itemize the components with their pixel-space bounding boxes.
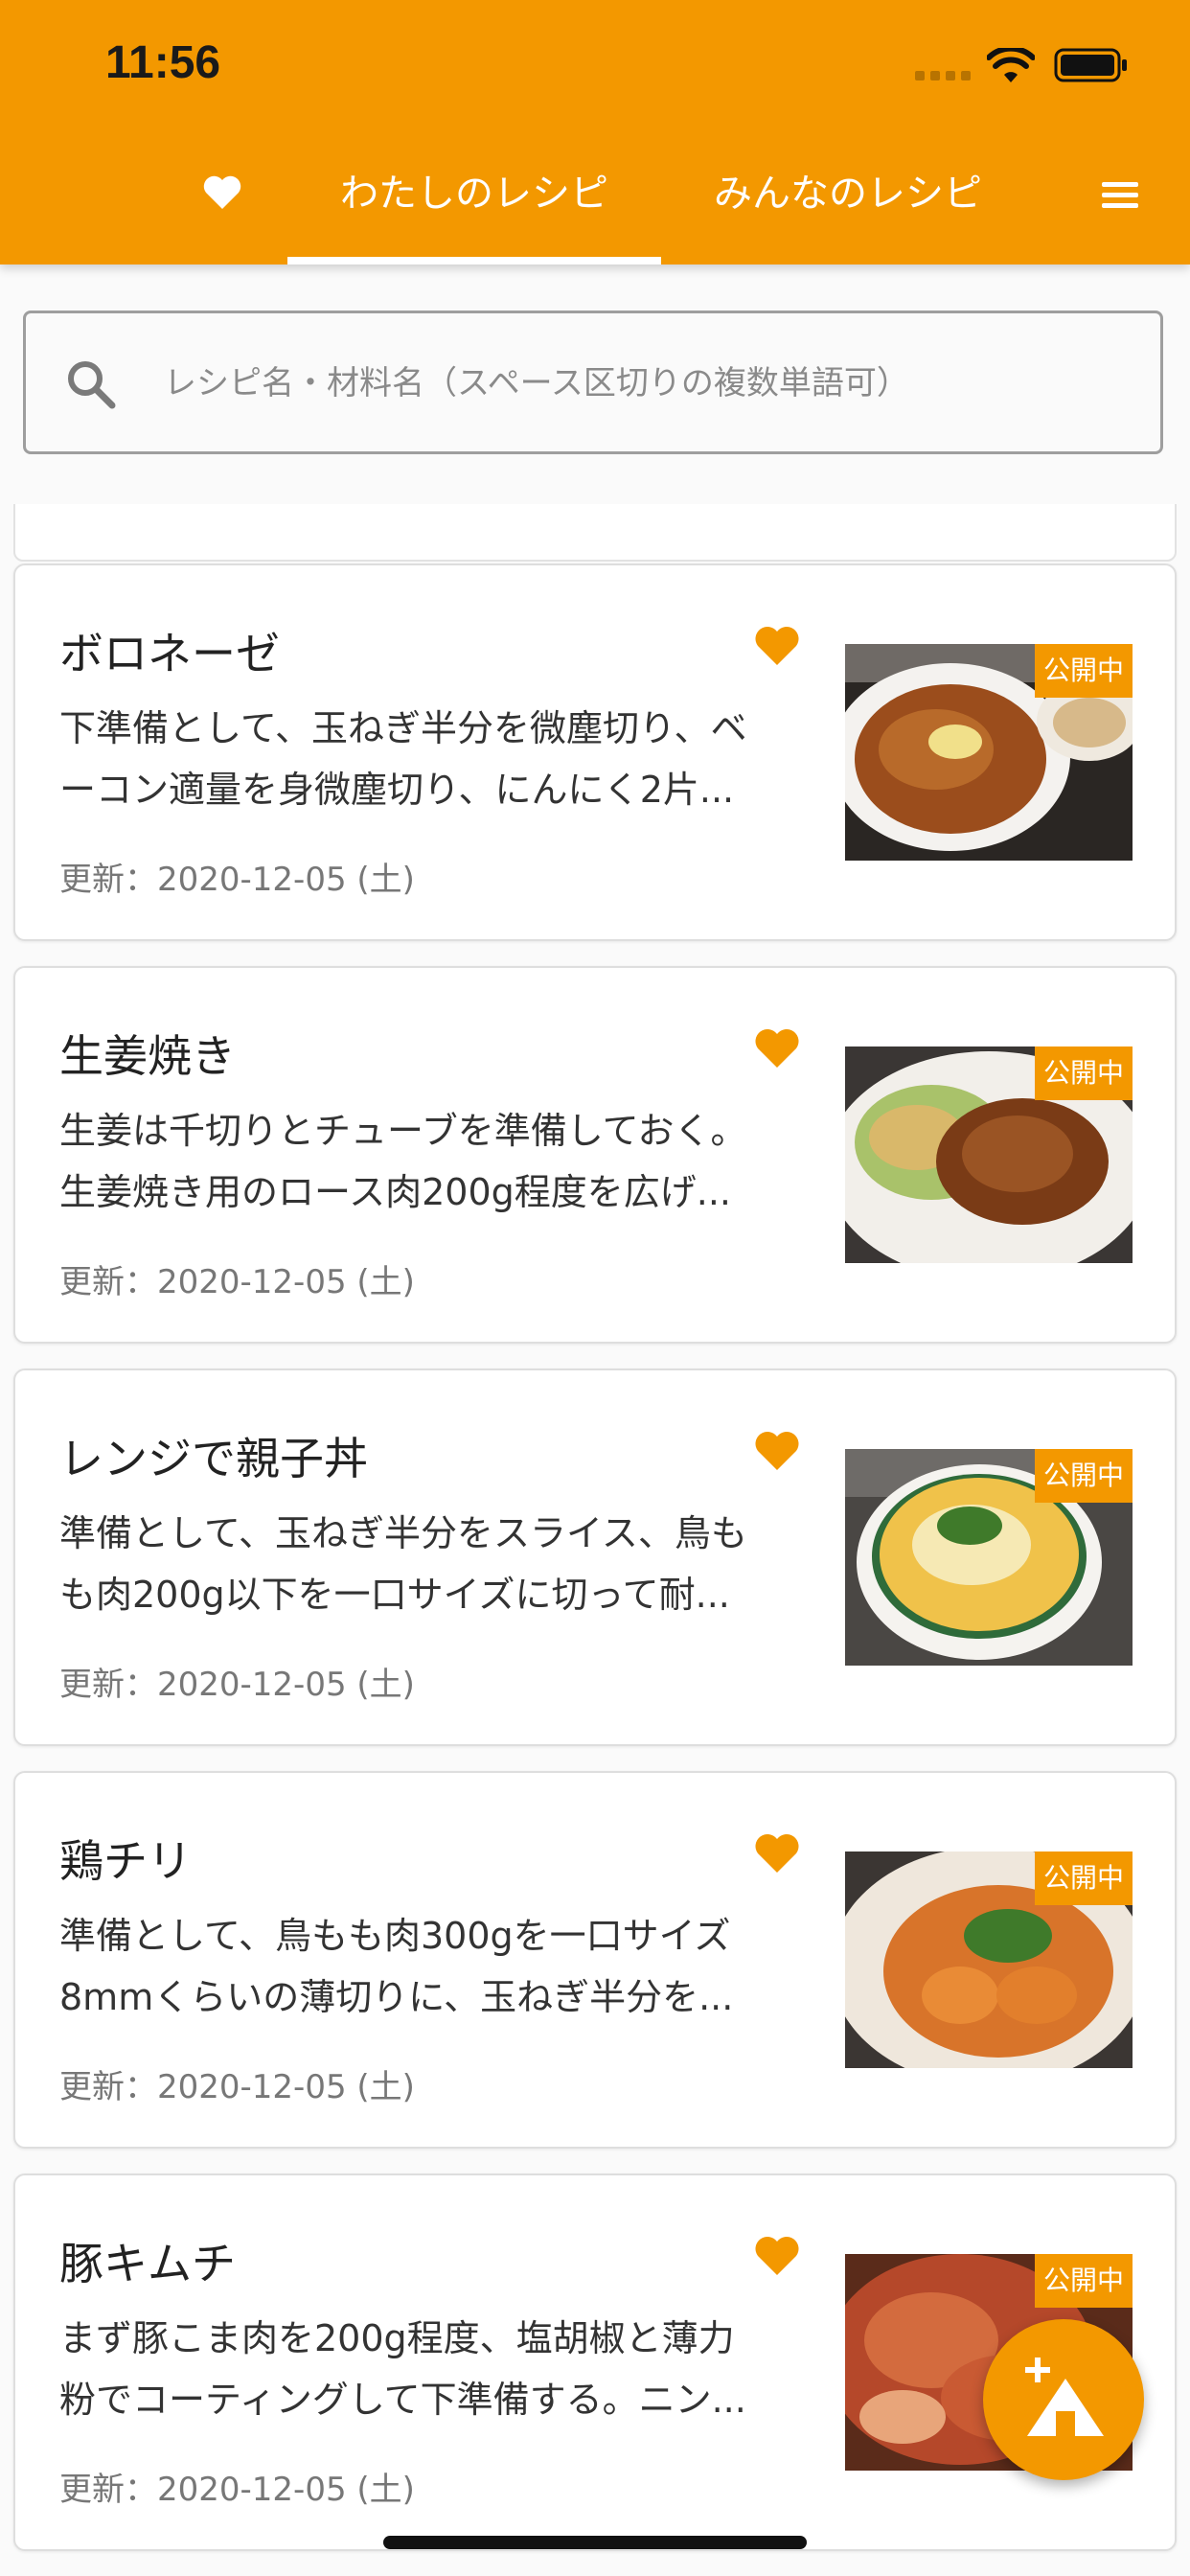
tab-my-recipes[interactable]: わたしのレシピ [287,161,661,226]
cellular-signal-icon [915,71,971,80]
recipe-thumbnail: 公開中 [845,644,1133,861]
recipe-title: 豚キムチ [59,2238,236,2289]
recipe-description-line: 下準備として、玉ねぎ半分を微塵切り、ベ [59,707,747,749]
recipe-card[interactable]: レンジで親子丼 準備として、玉ねぎ半分をスライス、鳥も も肉200g以下を一口サ… [13,1368,1177,1746]
search-icon [68,361,116,409]
recipe-description: まず豚こま肉を200g程度、塩胡椒と薄力 粉でコーティングして下準備する。ニン.… [59,2308,831,2430]
add-recipe-icon [1025,2358,1104,2436]
favorite-heart-icon[interactable] [753,2233,801,2277]
tab-everyone-recipes[interactable]: みんなのレシピ [661,161,1035,226]
status-time: 11:56 [105,37,221,88]
favorite-heart-icon[interactable] [753,623,801,667]
recipe-description-line: 8mmくらいの薄切りに、玉ねぎ半分を... [59,1976,734,2018]
add-recipe-button[interactable] [983,2319,1144,2480]
recipe-description: 準備として、鳥もも肉300gを一口サイズ 8mmくらいの薄切りに、玉ねぎ半分を.… [59,1905,831,2028]
recipe-description-line: も肉200g以下を一口サイズに切って耐... [59,1574,730,1616]
updated-date: 更新：2020-12-05 (土) [59,2068,415,2106]
recipe-thumbnail: 公開中 [845,1852,1133,2068]
recipe-title: ボロネーゼ [59,628,280,679]
recipe-title: レンジで親子丼 [59,1433,368,1484]
favorite-heart-icon[interactable] [753,1025,801,1070]
recipe-description-line: 準備として、玉ねぎ半分をスライス、鳥も [59,1512,747,1554]
public-status-badge: 公開中 [1035,1449,1133,1503]
list-item-partial[interactable] [13,504,1177,562]
menu-icon[interactable] [1102,182,1138,209]
recipe-card[interactable]: ボロネーゼ 下準備として、玉ねぎ半分を微塵切り、ベ ーコン適量を身微塵切り、にん… [13,564,1177,941]
active-tab-indicator [287,257,661,264]
recipe-title: 生姜焼き [59,1030,236,1082]
recipe-description-line: まず豚こま肉を200g程度、塩胡椒と薄力 [59,2317,735,2359]
app-bar: 11:56 わたしのレシピ みんなのレシピ [0,0,1190,264]
recipe-thumbnail: 公開中 [845,1046,1133,1263]
wifi-icon [987,48,1035,82]
battery-icon [1054,48,1127,82]
public-status-badge: 公開中 [1035,644,1133,698]
home-indicator[interactable] [383,2536,807,2549]
recipe-description: 準備として、玉ねぎ半分をスライス、鳥も も肉200g以下を一口サイズに切って耐.… [59,1503,831,1625]
recipe-description-line: ーコン適量を身微塵切り、にんにく2片... [59,769,735,811]
recipe-description-line: 生姜焼き用のロース肉200g程度を広げ... [59,1171,731,1213]
updated-date: 更新：2020-12-05 (土) [59,1666,415,1704]
favorite-heart-icon[interactable] [753,1428,801,1472]
updated-date: 更新：2020-12-05 (土) [59,2471,415,2509]
updated-date: 更新：2020-12-05 (土) [59,861,415,899]
public-status-badge: 公開中 [1035,1852,1133,1905]
favorites-tab-heart-icon[interactable] [201,172,243,211]
recipe-thumbnail: 公開中 [845,1449,1133,1666]
public-status-badge: 公開中 [1035,1046,1133,1100]
search-input[interactable] [162,354,1124,413]
public-status-badge: 公開中 [1035,2254,1133,2308]
recipe-description: 生姜は千切りとチューブを準備しておく。 生姜焼き用のロース肉200g程度を広げ.… [59,1100,831,1223]
search-area [0,264,1190,504]
recipe-description-line: 粉でコーティングして下準備する。ニン... [59,2379,746,2421]
favorite-heart-icon[interactable] [753,1830,801,1874]
recipe-title: 鶏チリ [59,1835,192,1887]
recipe-card[interactable]: 鶏チリ 準備として、鳥もも肉300gを一口サイズ 8mmくらいの薄切りに、玉ねぎ… [13,1771,1177,2149]
recipe-description-line: 生姜は千切りとチューブを準備しておく。 [59,1110,747,1152]
recipe-list: ボロネーゼ 下準備として、玉ねぎ半分を微塵切り、ベ ーコン適量を身微塵切り、にん… [0,504,1190,2576]
recipe-description: 下準備として、玉ねぎ半分を微塵切り、ベ ーコン適量を身微塵切り、にんにく2片..… [59,698,831,820]
recipe-card[interactable]: 生姜焼き 生姜は千切りとチューブを準備しておく。 生姜焼き用のロース肉200g程… [13,966,1177,1344]
search-box[interactable] [23,310,1163,454]
recipe-description-line: 準備として、鳥もも肉300gを一口サイズ [59,1915,731,1957]
updated-date: 更新：2020-12-05 (土) [59,1263,415,1301]
